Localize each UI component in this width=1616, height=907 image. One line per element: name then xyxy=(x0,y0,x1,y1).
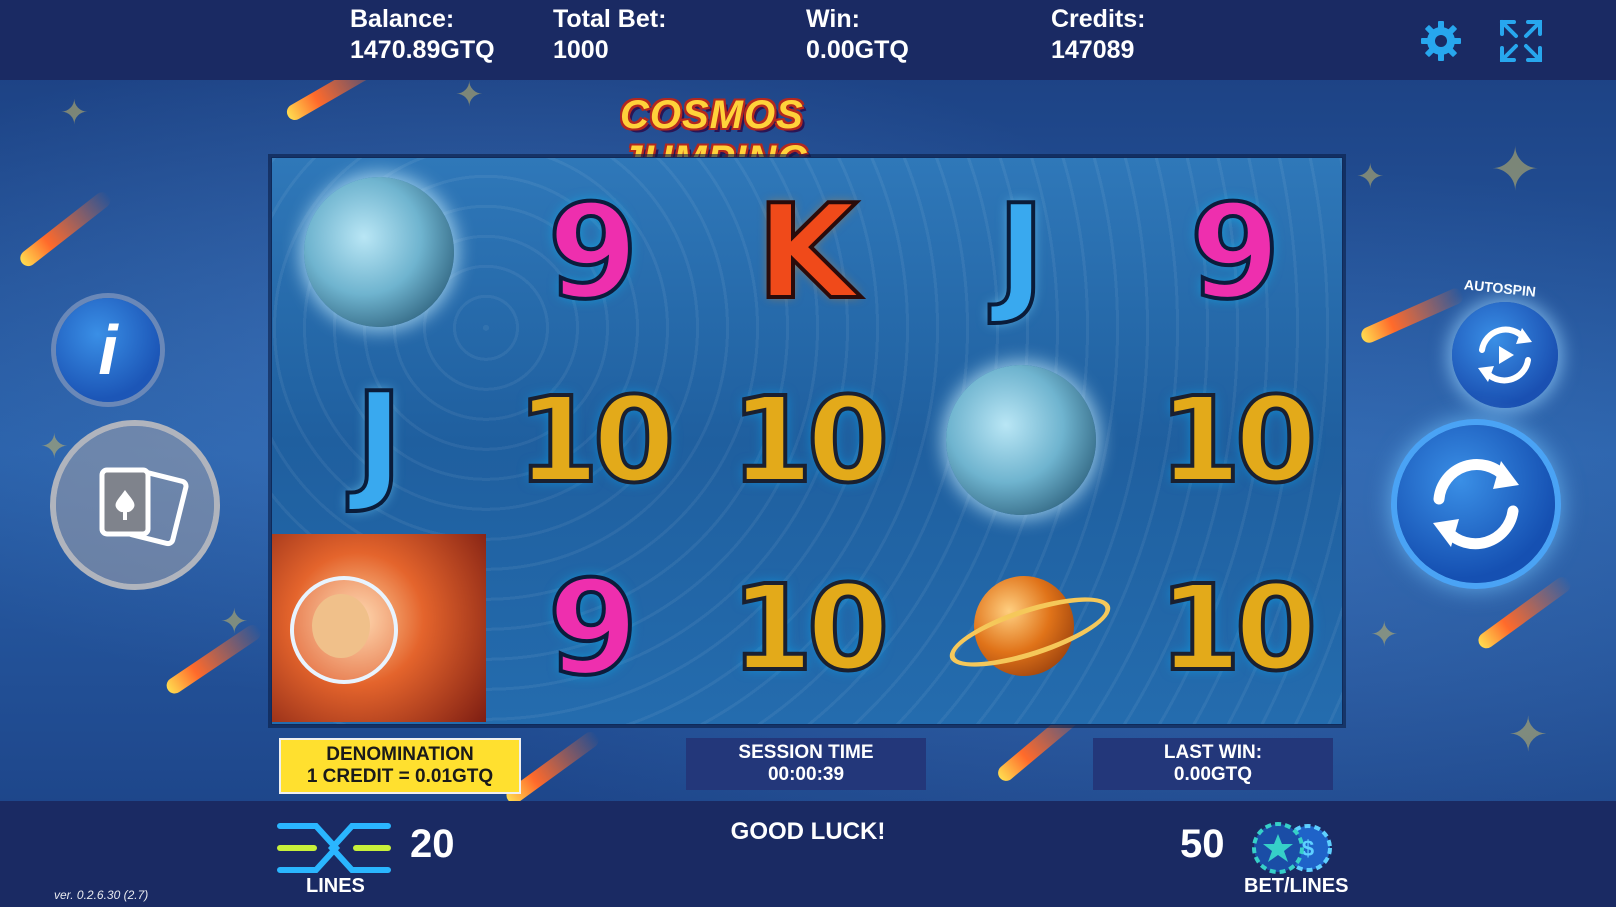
reel-cell: 9 xyxy=(486,158,700,346)
astronaut-symbol xyxy=(272,534,486,722)
total-bet-stat: Total Bet: 1000 xyxy=(553,4,666,66)
ten-symbol: 10 xyxy=(515,371,677,509)
reel-cell: 9 xyxy=(486,534,700,722)
bottom-bar xyxy=(0,801,1616,907)
bet-lines-label: BET/LINES xyxy=(1244,875,1349,897)
balance-label: Balance: xyxy=(350,5,455,33)
info-icon: i xyxy=(98,311,118,389)
planet-symbol xyxy=(942,568,1118,688)
reel-cell: K xyxy=(700,158,914,346)
denomination-panel[interactable]: DENOMINATION 1 CREDIT = 0.01GTQ xyxy=(279,738,521,794)
spin-icon xyxy=(1433,459,1519,550)
credits-value: 147089 xyxy=(1051,36,1135,64)
denomination-label: DENOMINATION xyxy=(326,744,474,765)
reel-cell: 10 xyxy=(700,534,914,722)
nine-symbol: 9 xyxy=(1188,176,1282,328)
lines-label: LINES xyxy=(306,875,365,897)
reel-cell xyxy=(272,158,486,346)
star-decoration: ✦ xyxy=(1490,136,1541,203)
reel-cell: 10 xyxy=(1128,534,1342,722)
jack-symbol: J xyxy=(995,176,1047,328)
asteroid-symbol xyxy=(304,177,454,327)
last-win-value: 0.00GTQ xyxy=(1173,764,1253,785)
star-decoration: ✦ xyxy=(1356,158,1385,196)
spin-button[interactable] xyxy=(1397,425,1555,583)
reel-cell xyxy=(914,534,1128,722)
face-shape xyxy=(312,594,370,658)
chips-icon[interactable]: $ xyxy=(1248,820,1338,876)
session-time-panel: SESSION TIME 00:00:39 xyxy=(686,738,926,790)
win-value: 0.00GTQ xyxy=(806,36,909,64)
win-stat: Win: 0.00GTQ xyxy=(806,4,909,66)
reel-cell: 10 xyxy=(1128,346,1342,534)
game-logo: COSMOS JUMPING xyxy=(620,93,808,182)
expand-icon[interactable] xyxy=(1498,18,1544,64)
balance-stat: Balance: 1470.89GTQ xyxy=(350,4,495,66)
session-time-value: 00:00:39 xyxy=(767,764,845,785)
reel-area[interactable]: 9 K J 9 J 10 10 10 9 10 10 xyxy=(271,157,1343,725)
star-decoration: ✦ xyxy=(1508,709,1549,762)
last-win-panel: LAST WIN: 0.00GTQ xyxy=(1093,738,1333,790)
version-text: ver. 0.2.6.30 (2.7) xyxy=(54,888,149,902)
total-bet-label: Total Bet: xyxy=(553,5,667,33)
nine-symbol: 9 xyxy=(546,552,640,704)
nine-symbol: 9 xyxy=(546,176,640,328)
ten-symbol: 10 xyxy=(1157,371,1319,509)
star-decoration: ✦ xyxy=(1370,616,1399,654)
autospin-button[interactable] xyxy=(1452,302,1558,408)
win-label: Win: xyxy=(806,5,860,33)
star-decoration: ✦ xyxy=(455,76,484,114)
bet-lines-value: 50 xyxy=(1180,822,1225,866)
paytable-button[interactable] xyxy=(56,426,214,584)
cards-icon xyxy=(99,467,189,547)
star-decoration: ✦ xyxy=(60,94,89,132)
status-message: GOOD LUCK! xyxy=(730,818,886,845)
reel-cell: 9 xyxy=(1128,158,1342,346)
last-win-label: LAST WIN: xyxy=(1163,742,1263,763)
credits-stat: Credits: 147089 xyxy=(1051,4,1145,66)
reel-cell xyxy=(914,346,1128,534)
ten-symbol: 10 xyxy=(1157,559,1319,697)
ten-symbol: 10 xyxy=(729,371,891,509)
info-button[interactable]: i xyxy=(56,298,160,402)
balance-value: 1470.89GTQ xyxy=(350,36,495,64)
jack-symbol: J xyxy=(353,364,405,516)
asteroid-symbol xyxy=(946,365,1096,515)
reel-cell: J xyxy=(272,346,486,534)
total-bet-value: 1000 xyxy=(553,36,609,64)
ten-symbol: 10 xyxy=(729,559,891,697)
reel-cell xyxy=(272,534,486,722)
denomination-value: 1 CREDIT = 0.01GTQ xyxy=(306,766,494,787)
gear-icon[interactable] xyxy=(1418,18,1464,64)
reel-cell: 10 xyxy=(700,346,914,534)
reel-cell: J xyxy=(914,158,1128,346)
session-time-label: SESSION TIME xyxy=(738,742,874,763)
credits-label: Credits: xyxy=(1051,5,1146,33)
autospin-icon xyxy=(1478,326,1532,384)
reel-cell: 10 xyxy=(486,346,700,534)
king-symbol: K xyxy=(755,176,860,328)
